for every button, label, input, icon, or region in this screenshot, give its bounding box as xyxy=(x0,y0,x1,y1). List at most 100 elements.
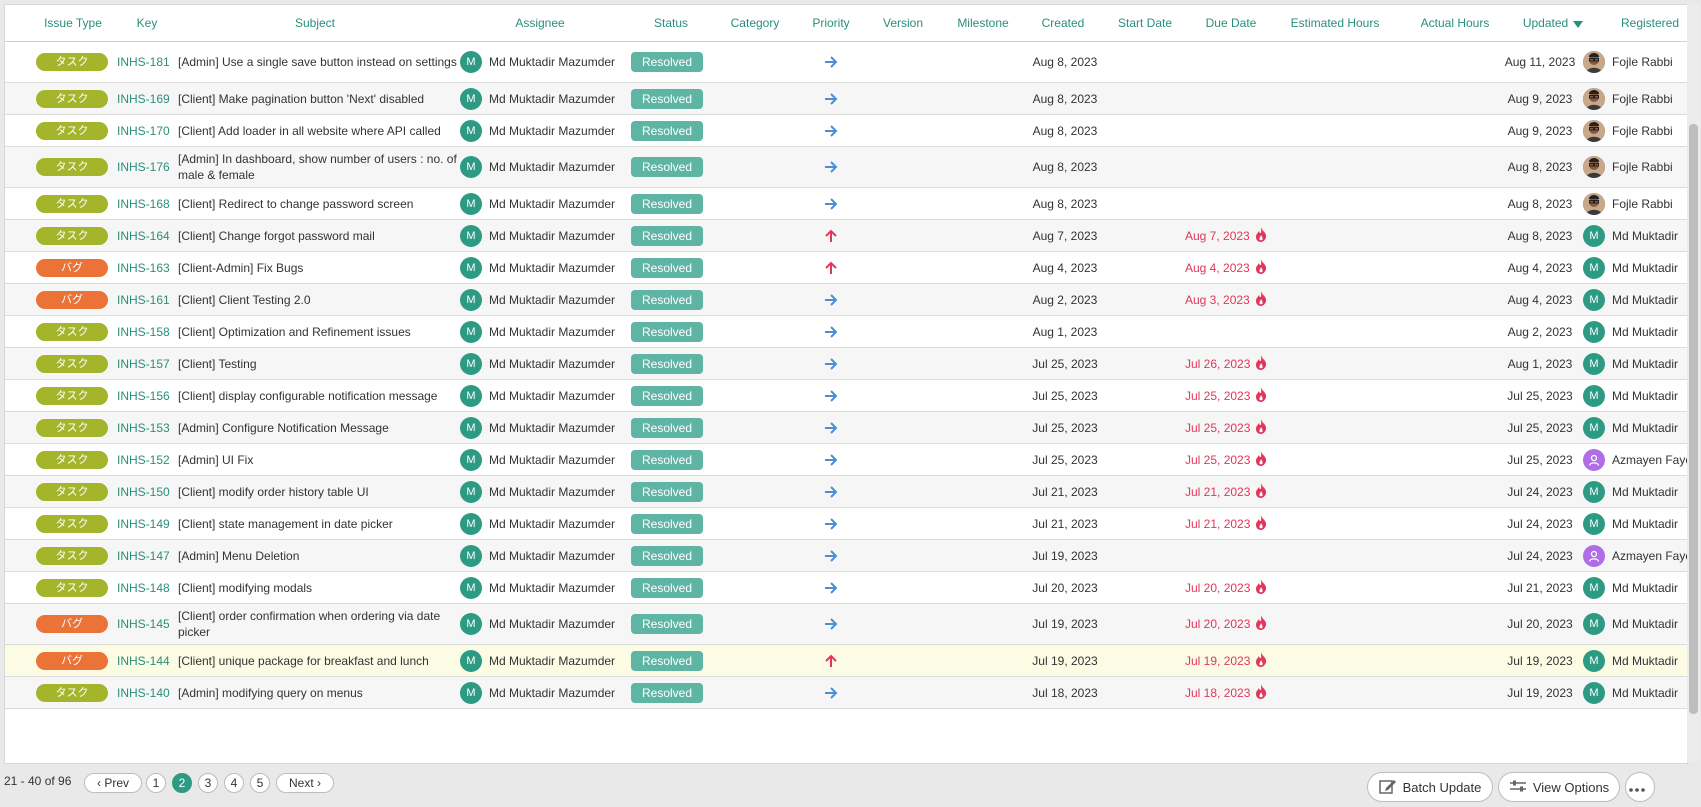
col-priority[interactable]: Priority xyxy=(791,5,871,41)
issue-subject-link[interactable]: [Client] Redirect to change password scr… xyxy=(178,188,458,219)
assignee-cell: M Md Muktadir Mazumder xyxy=(460,42,630,82)
issue-subject-link[interactable]: [Client] order confirmation when orderin… xyxy=(178,604,458,644)
issue-subject-link[interactable]: [Admin] modifying query on menus xyxy=(178,677,458,708)
issue-subject-link[interactable]: [Client] Testing xyxy=(178,348,458,379)
col-updated[interactable]: Updated xyxy=(1503,5,1603,41)
issue-subject-link[interactable]: [Client] unique package for breakfast an… xyxy=(178,645,458,676)
table-row[interactable]: タスク INHS-150 [Client] modify order history… xyxy=(5,476,1687,508)
table-row[interactable]: タスク INHS-157 [Client] Testing M Md Muktadir … xyxy=(5,348,1687,380)
table-row[interactable]: バグ INHS-144 [Client] unique package for br… xyxy=(5,645,1687,677)
issue-key-link[interactable]: INHS-170 xyxy=(117,115,179,146)
view-options-button[interactable]: View Options xyxy=(1498,772,1620,802)
priority-normal-arrow-icon xyxy=(811,348,851,379)
issue-subject-link[interactable]: [Client] state management in date picker xyxy=(178,508,458,539)
scrollbar-thumb[interactable] xyxy=(1689,124,1698,714)
table-row[interactable]: タスク INHS-149 [Client] state management in … xyxy=(5,508,1687,540)
status-cell: Resolved xyxy=(631,412,711,443)
issue-subject-link[interactable]: [Client] display configurable notificati… xyxy=(178,380,458,411)
col-actual-hours[interactable]: Actual Hours xyxy=(1405,5,1505,41)
issue-key-link[interactable]: INHS-164 xyxy=(117,220,179,251)
issue-key-link[interactable]: INHS-181 xyxy=(117,42,179,82)
issue-key-link[interactable]: INHS-168 xyxy=(117,188,179,219)
vertical-scrollbar[interactable] xyxy=(1687,4,1700,762)
col-assignee[interactable]: Assignee xyxy=(485,5,595,41)
priority-high-arrow-icon xyxy=(811,645,851,676)
updated-date: Jul 25, 2023 xyxy=(1507,420,1573,435)
issue-subject-link[interactable]: [Client] Change forgot password mail xyxy=(178,220,458,251)
issue-key-link[interactable]: INHS-140 xyxy=(117,677,179,708)
more-options-button[interactable] xyxy=(1625,772,1655,802)
table-row[interactable]: バグ INHS-161 [Client] Client Testing 2.0 M Md… xyxy=(5,284,1687,316)
col-subject[interactable]: Subject xyxy=(255,5,375,41)
issue-key-link[interactable]: INHS-157 xyxy=(117,348,179,379)
issue-subject-link[interactable]: [Client-Admin] Fix Bugs xyxy=(178,252,458,283)
next-page-button[interactable]: Next › xyxy=(276,773,334,793)
table-row[interactable]: タスク INHS-147 [Admin] Menu Deletion M Md Mukt… xyxy=(5,540,1687,572)
table-row[interactable]: タスク INHS-158 [Client] Optimization and Ref… xyxy=(5,316,1687,348)
col-estimated-hours[interactable]: Estimated Hours xyxy=(1285,5,1385,41)
issue-key-link[interactable]: INHS-163 xyxy=(117,252,179,283)
issue-subject-link[interactable]: [Admin] UI Fix xyxy=(178,444,458,475)
issue-key-link[interactable]: INHS-148 xyxy=(117,572,179,603)
assignee-avatar: M xyxy=(460,649,482,672)
issue-key-link[interactable]: INHS-176 xyxy=(117,147,179,187)
page-number-button[interactable]: 4 xyxy=(224,773,244,793)
col-due-date[interactable]: Due Date xyxy=(1187,5,1275,41)
issue-subject-link[interactable]: [Client] Add loader in all website where… xyxy=(178,115,458,146)
page-number-button[interactable]: 1 xyxy=(146,773,166,793)
table-row[interactable]: タスク INHS-170 [Client] Add loader in all we… xyxy=(5,115,1687,147)
prev-page-button[interactable]: ‹ Prev xyxy=(84,773,142,793)
table-row[interactable]: タスク INHS-152 [Admin] UI Fix M Md Muktadir Ma… xyxy=(5,444,1687,476)
table-row[interactable]: タスク INHS-156 [Client] display configurable… xyxy=(5,380,1687,412)
table-row[interactable]: バグ INHS-145 [Client] order confirmation wh… xyxy=(5,604,1687,645)
issue-key-link[interactable]: INHS-158 xyxy=(117,316,179,347)
col-created[interactable]: Created xyxy=(1023,5,1103,41)
issue-key-link[interactable]: INHS-145 xyxy=(117,604,179,644)
col-status[interactable]: Status xyxy=(631,5,711,41)
table-row[interactable]: タスク INHS-168 [Client] Redirect to change p… xyxy=(5,188,1687,220)
page-number-button[interactable]: 2 xyxy=(172,773,192,793)
issue-subject-link[interactable]: [Admin] Menu Deletion xyxy=(178,540,458,571)
issue-subject-link[interactable]: [Admin] In dashboard, show number of use… xyxy=(178,147,458,187)
issue-subject-link[interactable]: [Admin] Configure Notification Message xyxy=(178,412,458,443)
issue-key-link[interactable]: INHS-149 xyxy=(117,508,179,539)
issue-subject-link[interactable]: [Client] Client Testing 2.0 xyxy=(178,284,458,315)
issue-key-link[interactable]: INHS-144 xyxy=(117,645,179,676)
col-version[interactable]: Version xyxy=(863,5,943,41)
col-issue-type[interactable]: Issue Type xyxy=(23,5,123,41)
page-number-button[interactable]: 5 xyxy=(250,773,270,793)
issue-key-link[interactable]: INHS-147 xyxy=(117,540,179,571)
issue-subject-link[interactable]: [Admin] Use a single save button instead… xyxy=(178,42,458,82)
issue-type-badge: タスク xyxy=(36,121,108,140)
issue-key-link[interactable]: INHS-152 xyxy=(117,444,179,475)
issue-key-link[interactable]: INHS-150 xyxy=(117,476,179,507)
page-number-button[interactable]: 3 xyxy=(198,773,218,793)
col-key[interactable]: Key xyxy=(117,5,177,41)
issue-subject-link[interactable]: [Client] modify order history table UI xyxy=(178,476,458,507)
col-milestone[interactable]: Milestone xyxy=(943,5,1023,41)
prev-label: Prev xyxy=(104,776,130,790)
issue-subject-link[interactable]: [Client] modifying modals xyxy=(178,572,458,603)
table-row[interactable]: タスク INHS-148 [Client] modifying modals M Md … xyxy=(5,572,1687,604)
table-row[interactable]: タスク INHS-169 [Client] Make pagination butt… xyxy=(5,83,1687,115)
col-category[interactable]: Category xyxy=(715,5,795,41)
table-row[interactable]: タスク INHS-181 [Admin] Use a single save but… xyxy=(5,42,1687,83)
table-row[interactable]: バグ INHS-163 [Client-Admin] Fix Bugs M Md Muk… xyxy=(5,252,1687,284)
status-cell: Resolved xyxy=(631,677,711,708)
issue-key-link[interactable]: INHS-169 xyxy=(117,83,179,114)
table-row[interactable]: タスク INHS-176 [Admin] In dashboard, show nu… xyxy=(5,147,1687,188)
col-start-date[interactable]: Start Date xyxy=(1103,5,1187,41)
updated-date: Jul 19, 2023 xyxy=(1507,685,1573,700)
issue-key-link[interactable]: INHS-161 xyxy=(117,284,179,315)
issue-key-link[interactable]: INHS-153 xyxy=(117,412,179,443)
overdue-flame-icon xyxy=(1255,683,1267,702)
col-registered[interactable]: Registered xyxy=(1605,5,1687,41)
updated-date: Aug 1, 2023 xyxy=(1507,356,1573,371)
batch-update-button[interactable]: Batch Update xyxy=(1367,772,1493,802)
issue-key-link[interactable]: INHS-156 xyxy=(117,380,179,411)
issue-subject-link[interactable]: [Client] Make pagination button 'Next' d… xyxy=(178,83,458,114)
table-row[interactable]: タスク INHS-140 [Admin] modifying query on me… xyxy=(5,677,1687,709)
issue-subject-link[interactable]: [Client] Optimization and Refinement iss… xyxy=(178,316,458,347)
table-row[interactable]: タスク INHS-153 [Admin] Configure Notificatio… xyxy=(5,412,1687,444)
table-row[interactable]: タスク INHS-164 [Client] Change forgot passwo… xyxy=(5,220,1687,252)
